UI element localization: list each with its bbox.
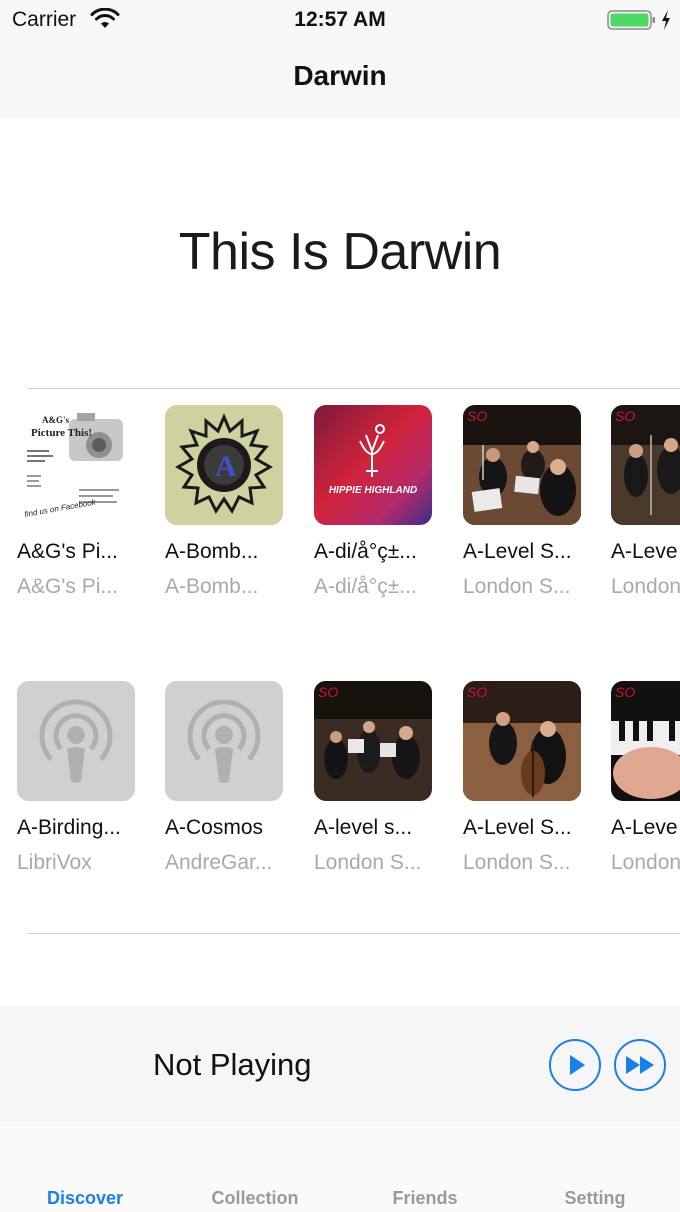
- tab-discover[interactable]: Discover: [0, 1188, 170, 1209]
- podcast-artwork[interactable]: SO: [314, 681, 432, 801]
- podcast-author: AndreGar...: [165, 851, 273, 874]
- podcast-title: A-di/å°ç±...: [314, 540, 417, 563]
- podcast-card[interactable]: A&G's Picture This! find us on Facebook …: [17, 405, 147, 598]
- podcast-card[interactable]: SO A-Leve London: [611, 681, 680, 874]
- podcast-card[interactable]: A-Cosmos AndreGar...: [165, 681, 295, 874]
- podcast-artwork[interactable]: A&G's Picture This! find us on Facebook: [17, 405, 135, 525]
- play-button[interactable]: [549, 1039, 601, 1091]
- podcast-artwork[interactable]: SO: [611, 405, 680, 525]
- podcast-title: A&G's Pi...: [17, 540, 118, 563]
- podcast-title: A-Leve: [611, 540, 678, 563]
- battery-icon: [607, 10, 655, 30]
- podcast-title: A-Cosmos: [165, 816, 264, 839]
- tab-collection[interactable]: Collection: [170, 1188, 340, 1209]
- podcast-author: A-Bomb...: [165, 575, 259, 598]
- podcast-author: London S...: [463, 575, 571, 598]
- podcast-card[interactable]: SO A-Leve London: [611, 405, 680, 598]
- podcast-author: LibriVox: [17, 851, 92, 874]
- podcast-title: A-Level S...: [463, 816, 572, 839]
- podcast-card[interactable]: SO A-level s... London S...: [314, 681, 444, 874]
- charging-bolt-icon: [662, 10, 670, 30]
- podcast-author: London S...: [314, 851, 422, 874]
- picture-this-flyer-art: A&G's Picture This! find us on Facebook: [17, 405, 135, 525]
- top-divider: [27, 388, 680, 389]
- navigation-bar: Darwin: [0, 40, 680, 118]
- cello-photo-art: SO: [463, 681, 581, 801]
- podcast-title: A-Bomb...: [165, 540, 259, 563]
- hero-title: This Is Darwin: [178, 223, 502, 281]
- podcast-card[interactable]: SO A-Level S... London S...: [463, 681, 593, 874]
- podcast-card[interactable]: A A-Bomb... A-Bomb...: [165, 405, 295, 598]
- mini-player: Not Playing: [0, 1006, 680, 1121]
- podcast-artwork[interactable]: A: [165, 405, 283, 525]
- podcast-author: London: [611, 575, 680, 598]
- fast-forward-icon: [626, 1056, 654, 1074]
- podcast-card[interactable]: A-Birding... LibriVox: [17, 681, 147, 874]
- status-bar: Carrier 12:57 AM: [0, 0, 680, 40]
- bottom-divider: [27, 933, 680, 934]
- podcast-artwork[interactable]: HIPPIE HIGHLAND: [314, 405, 432, 525]
- podcast-card[interactable]: SO A-Level S... London S...: [463, 405, 593, 598]
- podcast-artwork[interactable]: SO: [463, 405, 581, 525]
- svg-text:Picture This!: Picture This!: [31, 427, 92, 439]
- page-title: Darwin: [293, 60, 387, 91]
- svg-text:SO: SO: [615, 408, 635, 424]
- svg-text:SO: SO: [467, 408, 487, 424]
- piano-photo-art: SO: [611, 681, 680, 801]
- tab-setting[interactable]: Setting: [510, 1188, 680, 1209]
- svg-text:SO: SO: [318, 684, 338, 700]
- podcast-row-1: A&G's Picture This! find us on Facebook …: [0, 405, 680, 625]
- orchestra-photo-art: SO: [463, 405, 581, 525]
- svg-text:A&G's: A&G's: [42, 415, 69, 425]
- podcast-author: London: [611, 851, 680, 874]
- now-playing-label: Not Playing: [153, 1047, 312, 1082]
- podcast-placeholder-icon: [17, 681, 135, 801]
- tab-friends[interactable]: Friends: [340, 1188, 510, 1209]
- podcast-placeholder-icon: [165, 681, 283, 801]
- hippie-highland-art: HIPPIE HIGHLAND: [314, 405, 432, 525]
- podcast-author: A&G's Pi...: [17, 575, 118, 598]
- podcast-artwork[interactable]: SO: [463, 681, 581, 801]
- orchestra-photo-art: SO: [314, 681, 432, 801]
- fast-forward-button[interactable]: [614, 1039, 666, 1091]
- svg-text:A: A: [215, 450, 237, 483]
- podcast-card[interactable]: HIPPIE HIGHLAND A-di/å°ç±... A-di/å°ç±..…: [314, 405, 444, 598]
- podcast-title: A-level s...: [314, 816, 413, 839]
- podcast-row-2: A-Birding... LibriVox A-Cosmos AndreGar.…: [0, 681, 680, 901]
- play-icon: [570, 1055, 585, 1075]
- podcast-title: A-Leve: [611, 816, 678, 839]
- bomb-sun-emblem-art: A: [165, 405, 283, 525]
- svg-text:SO: SO: [615, 684, 635, 700]
- orchestra-photo-art: SO: [611, 405, 680, 525]
- podcast-author: London S...: [463, 851, 571, 874]
- podcast-artwork[interactable]: SO: [611, 681, 680, 801]
- tab-bar: Discover Collection Friends Setting: [0, 1121, 680, 1212]
- podcast-title: A-Birding...: [17, 816, 121, 839]
- clock: 12:57 AM: [294, 8, 386, 31]
- podcast-artwork[interactable]: [17, 681, 135, 801]
- podcast-author: A-di/å°ç±...: [314, 575, 417, 598]
- podcast-title: A-Level S...: [463, 540, 572, 563]
- podcast-artwork[interactable]: [165, 681, 283, 801]
- svg-text:HIPPIE HIGHLAND: HIPPIE HIGHLAND: [329, 485, 417, 496]
- svg-text:SO: SO: [467, 684, 487, 700]
